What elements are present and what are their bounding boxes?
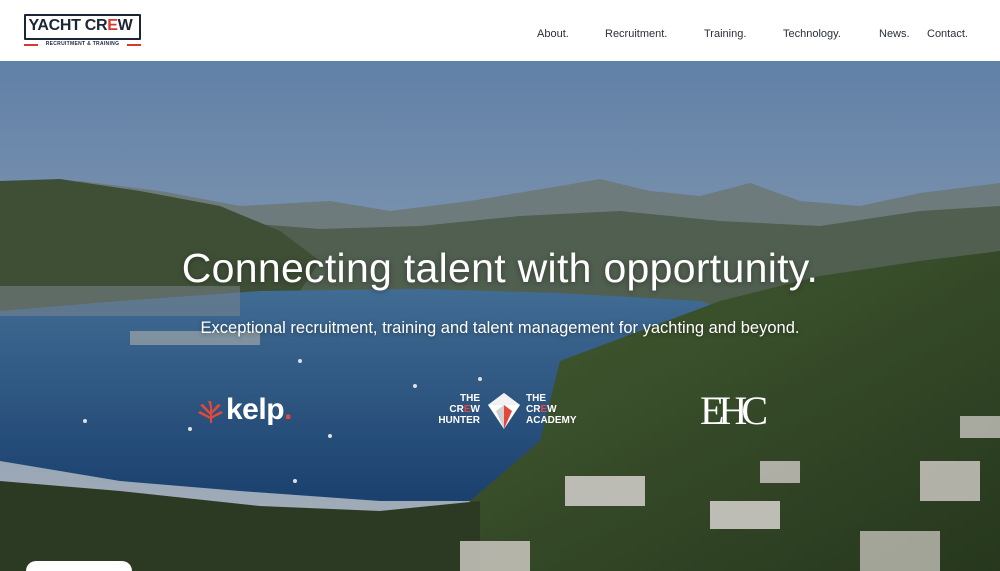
crew-hunter-line2: CREW xyxy=(432,404,480,415)
crew-academy-w: W xyxy=(547,404,557,415)
site-header: YACHT CREW RECRUITMENT & TRAINING About.… xyxy=(0,0,1000,61)
logo-text-accent: E xyxy=(107,17,118,34)
nav-recruitment[interactable]: Recruitment. xyxy=(605,27,667,41)
crew-academy-line1: THE xyxy=(526,393,546,404)
yacht-crew-logo[interactable]: YACHT CREW RECRUITMENT & TRAINING xyxy=(24,14,141,48)
kelp-leaf-icon xyxy=(198,401,223,423)
logo-tagline: RECRUITMENT & TRAINING xyxy=(45,41,120,47)
crew-hunter-w: W xyxy=(470,404,480,415)
crew-hunter-cr: CR xyxy=(449,404,464,415)
chat-widget-tab[interactable] xyxy=(26,561,132,571)
nav-training[interactable]: Training. xyxy=(704,27,746,41)
crew-academy-cr: CR xyxy=(526,404,541,415)
kelp-partner-logo[interactable]: kelp. xyxy=(194,393,309,429)
crew-hunter-academy-logo[interactable]: THE CREW HUNTER THE CREW ACADEMY xyxy=(432,391,584,435)
nav-about[interactable]: About. xyxy=(537,27,569,41)
kelp-dot: . xyxy=(284,393,292,426)
hero-subtitle: Exceptional recruitment, training and ta… xyxy=(200,319,800,337)
ehc-partner-logo[interactable]: EHC xyxy=(700,391,786,431)
crew-hunter-e: E xyxy=(463,404,471,415)
kelp-text: kelp xyxy=(226,393,285,426)
crew-academy-line3: ACADEMY xyxy=(526,415,577,426)
hero-section: Connecting talent with opportunity. Exce… xyxy=(0,61,1000,571)
crew-hunter-line3: HUNTER xyxy=(438,415,480,426)
crew-academy-line2: CREW xyxy=(526,404,586,415)
kelp-wordmark: kelp. xyxy=(226,393,292,427)
logo-wordmark: YACHT CREW xyxy=(24,17,137,35)
crew-hunter-wordmark: THE CREW HUNTER xyxy=(432,393,480,426)
nav-news[interactable]: News. xyxy=(879,27,910,41)
hero-title: Connecting talent with opportunity. xyxy=(181,245,819,291)
logo-rule-right xyxy=(127,44,141,46)
nav-technology[interactable]: Technology. xyxy=(783,27,841,41)
crew-emblem-icon xyxy=(488,393,520,429)
crew-hunter-line1: THE xyxy=(460,393,480,404)
logo-rule-left xyxy=(24,44,38,46)
nav-contact[interactable]: Contact. xyxy=(927,27,968,41)
logo-text-part1: YACHT CR xyxy=(28,17,108,34)
logo-tagline-row: RECRUITMENT & TRAINING xyxy=(24,40,141,48)
crew-academy-wordmark: THE CREW ACADEMY xyxy=(526,393,586,426)
hero-background-image xyxy=(0,61,1000,571)
logo-text-part2: W xyxy=(117,17,133,34)
